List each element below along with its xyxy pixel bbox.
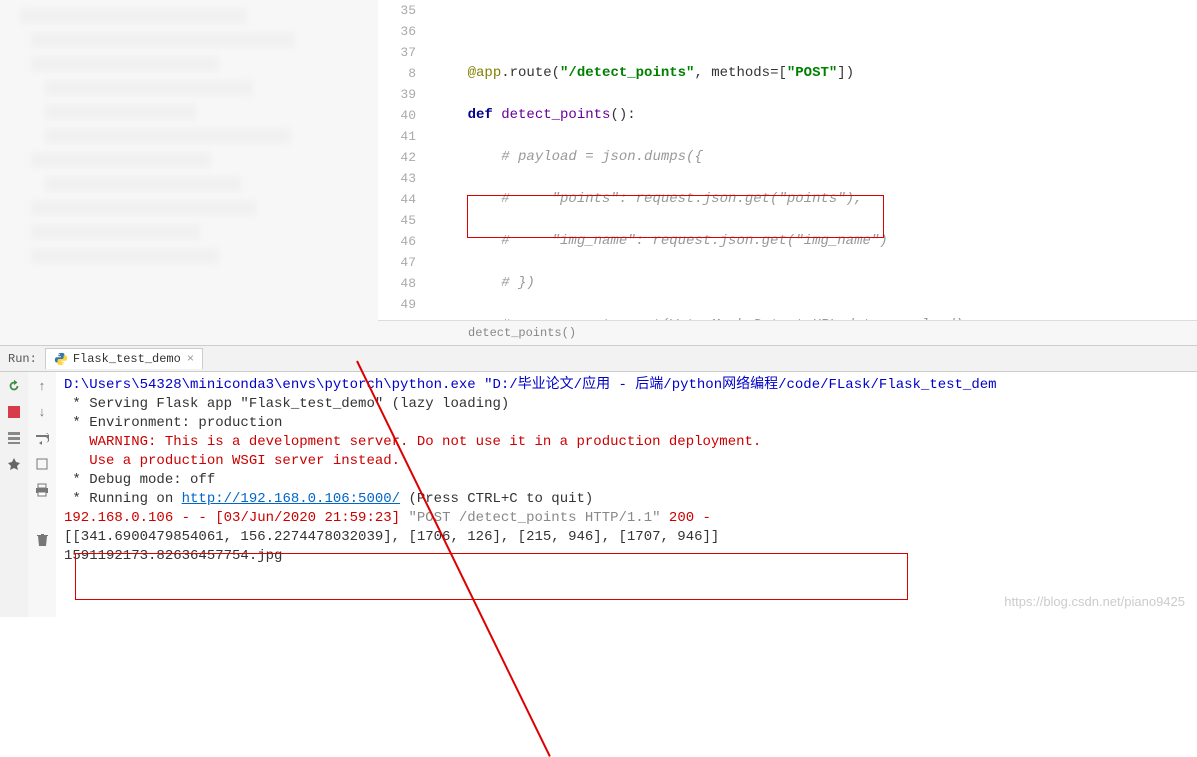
close-icon[interactable]: × xyxy=(187,352,194,366)
console-output[interactable]: D:\Users\54328\miniconda3\envs\pytorch\p… xyxy=(56,372,1197,617)
run-label: Run: xyxy=(8,352,37,366)
up-button[interactable]: ↑ xyxy=(32,376,52,396)
run-tab[interactable]: Flask_test_demo × xyxy=(45,348,203,369)
file-tree-panel[interactable] xyxy=(0,0,378,345)
python-icon xyxy=(54,352,68,366)
server-url-link[interactable]: http://192.168.0.106:5000/ xyxy=(182,491,400,507)
scroll-button[interactable] xyxy=(32,454,52,474)
print-button[interactable] xyxy=(32,480,52,500)
run-panel: Run: Flask_test_demo × ↑ ↓ xyxy=(0,345,1197,617)
watermark: https://blog.csdn.net/piano9425 xyxy=(1004,594,1185,609)
run-header: Run: Flask_test_demo × xyxy=(0,346,1197,372)
console-nav: ↑ ↓ xyxy=(28,372,56,617)
rerun-button[interactable] xyxy=(4,376,24,396)
down-button[interactable]: ↓ xyxy=(32,402,52,422)
layout-button[interactable] xyxy=(4,428,24,448)
pin-button[interactable] xyxy=(4,454,24,474)
run-toolbar xyxy=(0,372,28,617)
trash-button[interactable] xyxy=(32,530,52,550)
breadcrumb: detect_points() xyxy=(378,320,1197,345)
code-lines[interactable]: @app.route("/detect_points", methods=["P… xyxy=(428,0,1197,320)
code-editor[interactable]: 35 36 37 8 39 40 41 42 43 44 45 46 47 48… xyxy=(378,0,1197,345)
stop-button[interactable] xyxy=(4,402,24,422)
line-number-gutter: 35 36 37 8 39 40 41 42 43 44 45 46 47 48… xyxy=(378,0,428,320)
run-tab-label: Flask_test_demo xyxy=(73,352,181,366)
wrap-button[interactable] xyxy=(32,428,52,448)
